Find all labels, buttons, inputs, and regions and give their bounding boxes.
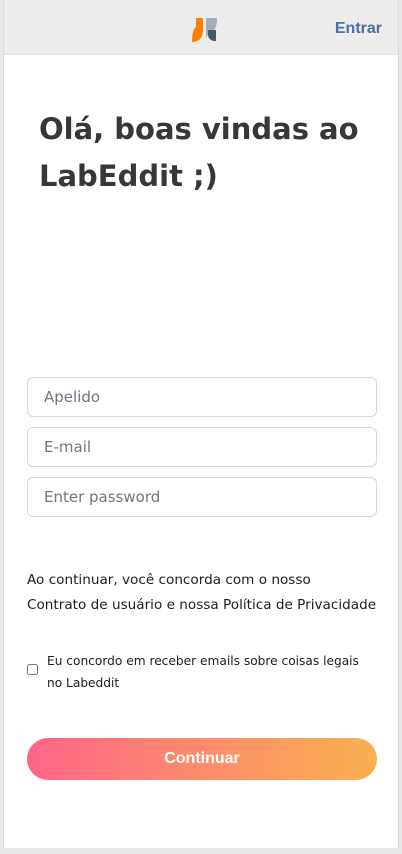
signup-screen: Entrar Olá, boas vindas ao LabEddit ;) A… xyxy=(3,0,399,848)
terms-line-2: Contrato de usuário e nossa Política de … xyxy=(27,597,377,613)
page-title: Olá, boas vindas ao LabEddit ;) xyxy=(39,112,359,193)
login-link[interactable]: Entrar xyxy=(335,20,382,38)
terms-line-1: Ao continuar, você concorda com o nosso xyxy=(27,572,311,588)
top-bar: Entrar xyxy=(4,0,398,55)
newsletter-checkbox[interactable] xyxy=(27,664,38,675)
nickname-input[interactable] xyxy=(27,377,377,417)
email-input[interactable] xyxy=(27,427,377,467)
password-input[interactable] xyxy=(27,477,377,517)
newsletter-consent-label: Eu concordo em receber emails sobre cois… xyxy=(47,654,359,690)
terms-notice: Ao continuar, você concorda com o nosso … xyxy=(27,568,397,618)
continue-button[interactable]: Continuar xyxy=(27,738,377,780)
labeddit-logo-icon xyxy=(192,18,217,42)
